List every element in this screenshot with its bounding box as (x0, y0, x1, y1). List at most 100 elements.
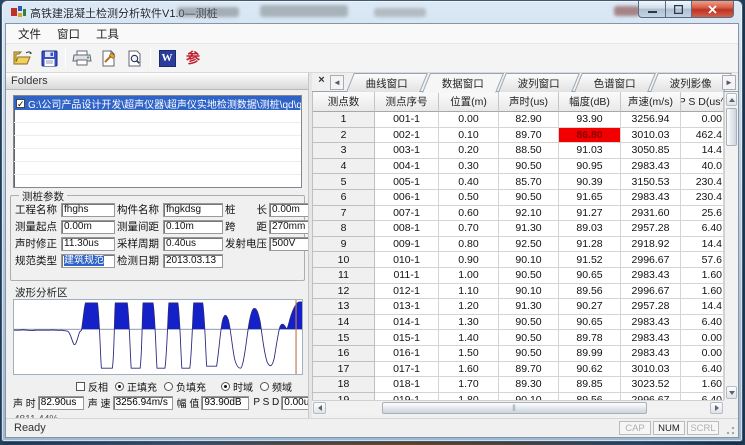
table-row[interactable]: 8008-10.7091.3089.032957.286.40 (313, 221, 724, 237)
radio-option[interactable]: 正填充 (115, 379, 157, 394)
table-row[interactable]: 11011-11.0090.5090.652983.431.60 (313, 268, 724, 284)
param-value: 0.00m (64, 221, 92, 232)
table-row[interactable]: 6006-10.5090.5091.652983.43230.4 (313, 190, 724, 206)
tab-active[interactable]: 数据窗口 (422, 73, 504, 93)
table-row[interactable]: 4004-10.3090.5090.952983.4340.0 (313, 159, 724, 175)
param-value-field[interactable]: 0.10m (163, 220, 223, 234)
table-row[interactable]: 1001-10.0082.9093.903256.940.00 (313, 112, 724, 128)
table-row[interactable]: 3003-10.2088.5091.033050.8514.4 (313, 143, 724, 159)
waveform-chart[interactable] (13, 299, 303, 375)
table-row[interactable]: 17017-11.6089.7090.623010.036.40 (313, 362, 724, 378)
menu-item[interactable]: 文件 (10, 24, 49, 44)
table-row[interactable]: 15015-11.4090.5089.782983.430.00 (313, 330, 724, 346)
radio-icon[interactable] (164, 382, 173, 391)
tab-item[interactable]: 波列影像 (650, 73, 732, 92)
word-icon: W (159, 50, 176, 67)
column-header[interactable]: 幅度(dB) (559, 92, 621, 112)
radio-icon[interactable] (260, 382, 269, 391)
radio-option[interactable]: 时域 (221, 379, 253, 394)
horizontal-scroll-thumb[interactable]: ⫼ (382, 402, 647, 414)
table-row[interactable]: 16016-11.5090.5089.992983.430.00 (313, 346, 724, 362)
param-label: 检测日期 (117, 254, 161, 268)
resize-grip[interactable] (723, 423, 736, 436)
param-value-field[interactable]: 建筑规范 (61, 254, 115, 268)
save-button[interactable] (36, 46, 62, 70)
menu-item[interactable]: 窗口 (49, 24, 88, 44)
table-row[interactable]: 18018-11.7089.3089.853023.521.60 (313, 377, 724, 393)
open-file-button[interactable] (10, 46, 36, 70)
table-cell: 90.62 (559, 362, 621, 378)
close-button[interactable] (692, 1, 734, 18)
column-header[interactable]: 声速(m/s) (621, 92, 681, 112)
param-value-field[interactable]: 0.00m (269, 203, 309, 217)
table-cell: 3050.85 (621, 143, 681, 159)
pane-close-button[interactable]: × (315, 75, 328, 88)
table-row[interactable]: 10010-10.9090.1091.522996.6757.6 (313, 252, 724, 268)
parameters-button[interactable]: 参 (180, 46, 206, 70)
param-value-field[interactable]: fhghs (61, 203, 115, 217)
print-preview-button[interactable] (121, 46, 147, 70)
scroll-down-button[interactable] (726, 386, 737, 399)
table-row[interactable]: 7007-10.6092.1091.272931.6025.6 (313, 206, 724, 222)
tab-item[interactable]: 曲线窗口 (346, 73, 428, 92)
invert-checkbox[interactable]: 反相 (76, 379, 108, 394)
radio-icon[interactable] (115, 382, 124, 391)
process-tool-button[interactable] (95, 46, 121, 70)
table-cell: 0.30 (439, 159, 499, 175)
table-row[interactable]: 14014-11.3090.5090.652983.436.40 (313, 315, 724, 331)
list-empty-row (14, 149, 301, 162)
vertical-scroll-thumb[interactable] (726, 108, 737, 146)
checkbox-icon[interactable] (76, 382, 85, 391)
table-row[interactable]: 5005-10.4085.7090.393150.53230.4 (313, 174, 724, 190)
titlebar[interactable]: 高铁建混凝土检测分析软件V1.0—测桩 (2, 1, 742, 23)
radio-option[interactable]: 频域 (260, 379, 292, 394)
param-value-field[interactable]: 270mm (269, 220, 309, 234)
status-indicator: CAP (619, 421, 651, 435)
table-row[interactable]: 13013-11.2091.3090.272957.2814.4 (313, 299, 724, 315)
param-value-field[interactable]: 0.00m (61, 220, 115, 234)
list-item[interactable]: ✓G:\公司产品设计开发\超声仪器\超声仪实地检测数据\测桩\qd\qd03\q… (14, 96, 301, 110)
column-header[interactable]: 位置(m) (439, 92, 499, 112)
scroll-right-button[interactable] (710, 402, 723, 414)
table-row[interactable]: 9009-10.8092.5091.282918.9214.4 (313, 237, 724, 253)
checkbox-icon[interactable]: ✓ (16, 99, 25, 108)
table-row[interactable]: 2002-10.1089.7086.803010.03462.4 (313, 128, 724, 144)
column-header[interactable]: 测点数 (313, 92, 375, 112)
table-cell: 004-1 (375, 159, 439, 175)
export-word-button[interactable]: W (154, 46, 180, 70)
radio-icon[interactable] (221, 382, 230, 391)
column-header[interactable]: 测点序号 (375, 92, 439, 112)
table-cell: 016-1 (375, 346, 439, 362)
tab-item[interactable]: 波列窗口 (498, 73, 580, 92)
readout-value-field[interactable]: 0.00us^2/m (281, 396, 309, 410)
column-header[interactable]: 声时(us) (499, 92, 559, 112)
param-value-field[interactable]: fhgkdsg (163, 203, 223, 217)
table-cell: 2 (313, 128, 375, 144)
readout-value-field[interactable]: 3256.94m/s (113, 396, 173, 410)
param-value-field[interactable]: 0.40us (163, 237, 223, 251)
table-cell: 019-1 (375, 393, 439, 400)
tab-scroll-right-button[interactable]: ► (722, 75, 736, 90)
radio-option[interactable]: 负填充 (164, 379, 206, 394)
print-button[interactable] (69, 46, 95, 70)
table-row[interactable]: 19019-11.8090.1089.562996.676.40 (313, 393, 724, 400)
readout-value-field[interactable]: 82.90us (38, 396, 84, 410)
readout-value-field[interactable]: 93.90dB (201, 396, 249, 410)
tab-item[interactable]: 色谱窗口 (574, 73, 656, 92)
column-header[interactable]: P S D(us^ (681, 92, 724, 112)
menu-item[interactable]: 工具 (88, 24, 127, 44)
horizontal-scrollbar[interactable]: ⫼ (312, 400, 724, 415)
param-value-field[interactable]: 11.30us (61, 237, 115, 251)
scroll-up-button[interactable] (726, 93, 737, 106)
scroll-left-button[interactable] (313, 402, 326, 414)
param-value-field[interactable]: 2013.03.13 (163, 254, 223, 268)
maximize-button[interactable] (665, 1, 692, 18)
file-list[interactable]: ✓G:\公司产品设计开发\超声仪器\超声仪实地检测数据\测桩\qd\qd03\q… (13, 95, 302, 188)
vertical-scrollbar[interactable] (724, 92, 738, 400)
data-table[interactable]: 测点数测点序号位置(m)声时(us)幅度(dB)声速(m/s)P S D(us^… (312, 92, 724, 400)
param-value-field[interactable]: 500V (269, 237, 309, 251)
minimize-button[interactable] (638, 1, 665, 18)
tab-scroll-left-button[interactable]: ◄ (330, 75, 344, 90)
table-cell: 2983.43 (621, 190, 681, 206)
table-row[interactable]: 12012-11.1090.1089.562996.671.60 (313, 284, 724, 300)
